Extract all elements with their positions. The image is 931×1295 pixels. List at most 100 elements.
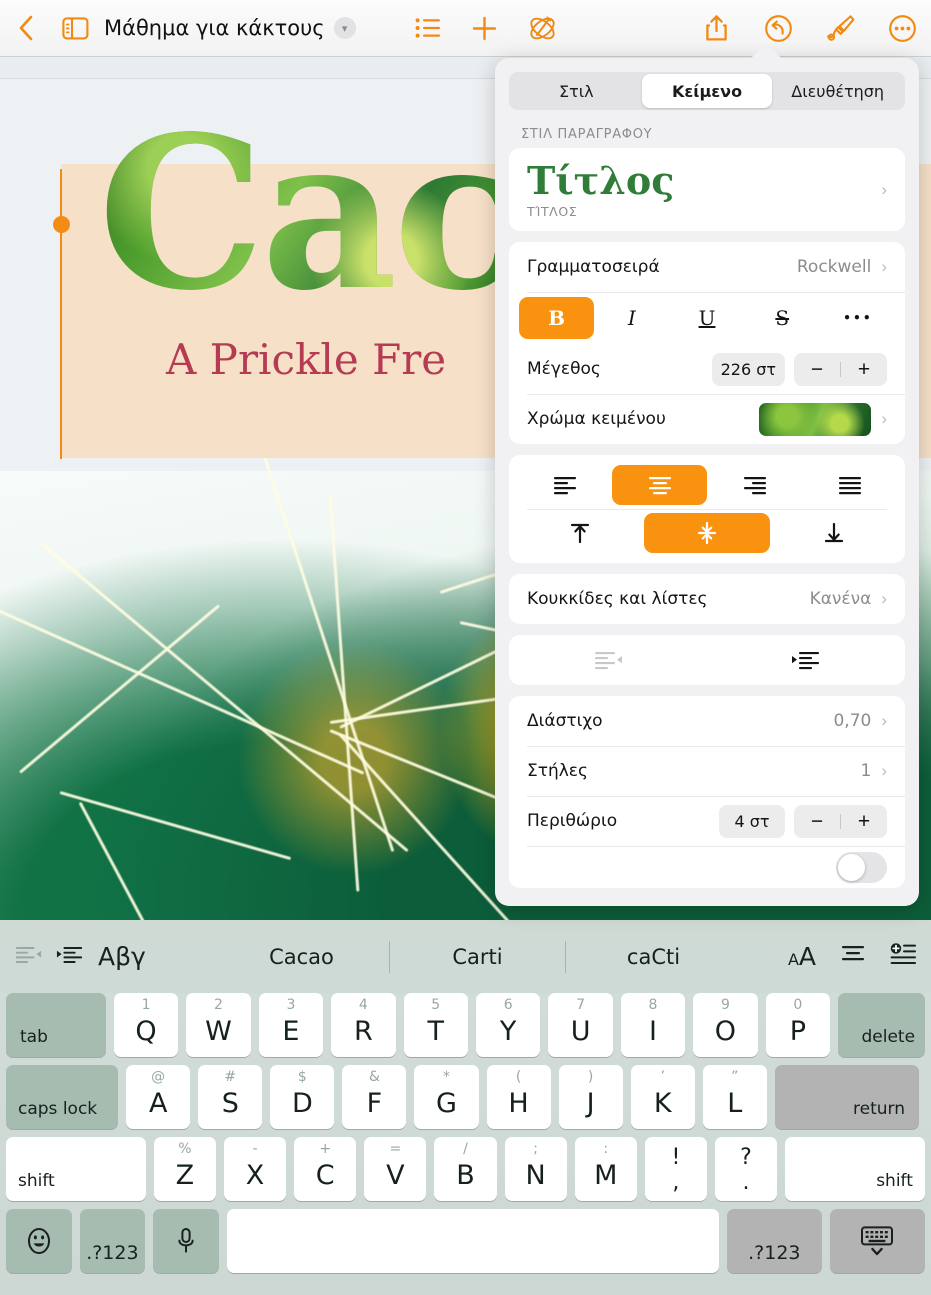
align-bottom-button[interactable] <box>770 513 897 553</box>
document-title-button[interactable]: Μάθημα για κάκτους ▾ <box>104 16 356 40</box>
key-delete[interactable]: delete <box>838 993 926 1057</box>
key-t[interactable]: 5T <box>403 993 468 1057</box>
align-middle-button[interactable] <box>643 513 771 553</box>
indent-icon <box>56 946 83 963</box>
key-return[interactable]: return <box>774 1065 920 1129</box>
align-center-button[interactable] <box>612 465 707 505</box>
document-hero-subtitle[interactable]: A Prickle Fre <box>166 335 446 384</box>
share-button[interactable] <box>686 5 748 51</box>
text-size-button[interactable]: AA <box>788 942 816 971</box>
tab-arrange[interactable]: Διευθέτηση <box>772 74 903 108</box>
key-l[interactable]: ” L <box>702 1065 767 1129</box>
key-w[interactable]: 2W <box>186 993 251 1057</box>
key-b[interactable]: / B <box>434 1137 497 1201</box>
list-view-button[interactable] <box>400 5 456 51</box>
text-color-row[interactable]: Χρώμα κειμένου › <box>509 394 905 444</box>
indent-button-bar[interactable] <box>56 945 84 969</box>
size-decrease-button[interactable]: − <box>794 359 840 380</box>
key-d[interactable]: $ D <box>270 1065 335 1129</box>
key-numbers-right[interactable]: .?123 <box>726 1209 822 1273</box>
key-c[interactable]: + C <box>294 1137 357 1201</box>
key-label: F <box>366 1087 383 1119</box>
key-tab[interactable]: tab <box>6 993 106 1057</box>
align-justify-button[interactable] <box>802 465 897 505</box>
key-z[interactable]: % Z <box>153 1137 216 1201</box>
keyboard-language-label[interactable]: Αβγ <box>98 942 146 971</box>
key-dictation[interactable] <box>153 1209 219 1273</box>
title-chevron-down-icon[interactable]: ▾ <box>333 17 356 39</box>
key-q[interactable]: 1Q <box>113 993 179 1057</box>
outdent-button[interactable] <box>509 640 707 680</box>
margin-value[interactable]: 4 στ <box>719 804 785 838</box>
bullets-row[interactable]: Κουκκίδες και λίστες Κανένα › <box>509 574 905 624</box>
key-g[interactable]: * G <box>414 1065 479 1129</box>
suggestion-2[interactable]: Carti <box>390 945 565 969</box>
key-u[interactable]: 7U <box>548 993 613 1057</box>
suggestion-3[interactable]: caCti <box>566 945 741 969</box>
bold-button[interactable]: B <box>519 297 595 339</box>
align-button-bar[interactable] <box>840 944 866 970</box>
key-s[interactable]: # S <box>198 1065 263 1129</box>
more-text-options-button[interactable]: ••• <box>820 297 895 339</box>
key-f[interactable]: & F <box>342 1065 407 1129</box>
key-p[interactable]: 0P <box>765 993 831 1057</box>
key-exclam-comma[interactable]: ! , <box>644 1137 707 1201</box>
tab-text[interactable]: Κείμενο <box>641 74 773 108</box>
key-dismiss-keyboard[interactable] <box>829 1209 925 1273</box>
align-right-button[interactable] <box>707 465 802 505</box>
columns-row[interactable]: Στήλες 1 › <box>509 746 905 796</box>
add-button[interactable] <box>456 5 514 51</box>
key-j[interactable]: ) J <box>558 1065 623 1129</box>
key-label: S <box>221 1087 239 1119</box>
key-v[interactable]: = V <box>364 1137 427 1201</box>
align-left-button[interactable] <box>517 465 612 505</box>
apple-intelligence-button[interactable] <box>514 5 572 51</box>
margin-decrease-button[interactable]: − <box>794 811 840 832</box>
key-e[interactable]: 3E <box>258 993 324 1057</box>
key-x[interactable]: -X <box>223 1137 287 1201</box>
insert-list-icon <box>890 943 916 964</box>
key-i[interactable]: 8I <box>620 993 686 1057</box>
align-top-button[interactable] <box>517 513 644 553</box>
line-spacing-row[interactable]: Διάστιχο 0,70 › <box>509 696 905 746</box>
more-button[interactable] <box>872 5 931 51</box>
size-value[interactable]: 226 στ <box>711 352 785 386</box>
text-color-swatch[interactable] <box>759 402 872 436</box>
key-space[interactable] <box>226 1209 719 1273</box>
clipped-toggle[interactable] <box>836 851 887 883</box>
suggestion-1[interactable]: Cacao <box>214 945 389 969</box>
underline-button[interactable]: U <box>669 297 744 339</box>
format-button[interactable] <box>810 5 872 51</box>
key-shift-left[interactable]: shift <box>6 1137 146 1201</box>
strikethrough-button[interactable]: S <box>745 297 820 339</box>
key-y[interactable]: 6Y <box>475 993 541 1057</box>
key-numbers-left[interactable]: .?123 <box>79 1209 146 1273</box>
key-shift-right[interactable]: shift <box>785 1137 925 1201</box>
key-m[interactable]: :M <box>574 1137 637 1201</box>
key-emoji[interactable] <box>6 1209 72 1273</box>
outdent-button-bar[interactable] <box>14 945 42 969</box>
paragraph-style-row[interactable]: Τίτλος ΤΊΤΛΟΣ › <box>509 148 905 231</box>
key-a[interactable]: @ A <box>126 1065 191 1129</box>
key-r[interactable]: 4R <box>331 993 396 1057</box>
key-h[interactable]: (H <box>486 1065 551 1129</box>
key-k[interactable]: ’ K <box>630 1065 695 1129</box>
clipped-toggle-row[interactable] <box>509 846 905 888</box>
key-label: delete <box>861 1027 916 1047</box>
document-hero-title[interactable]: Cac <box>98 99 518 329</box>
key-caps-lock[interactable]: caps lock <box>6 1065 119 1129</box>
selection-handle[interactable] <box>53 216 70 233</box>
insert-button-bar[interactable] <box>890 943 917 970</box>
margin-increase-button[interactable]: + <box>841 811 887 832</box>
font-row[interactable]: Γραμματοσειρά Rockwell › <box>509 242 905 292</box>
key-question-period[interactable]: ? . <box>714 1137 778 1201</box>
tab-style[interactable]: Στιλ <box>511 74 642 108</box>
indent-button[interactable] <box>707 640 905 680</box>
key-n[interactable]: ; N <box>504 1137 567 1201</box>
italic-button[interactable]: I <box>594 297 669 339</box>
key-o[interactable]: 9O <box>693 993 758 1057</box>
key-alt: : <box>603 1141 609 1157</box>
size-increase-button[interactable]: + <box>841 359 887 380</box>
back-button[interactable] <box>0 5 52 51</box>
sidebar-toggle-button[interactable] <box>52 5 98 51</box>
